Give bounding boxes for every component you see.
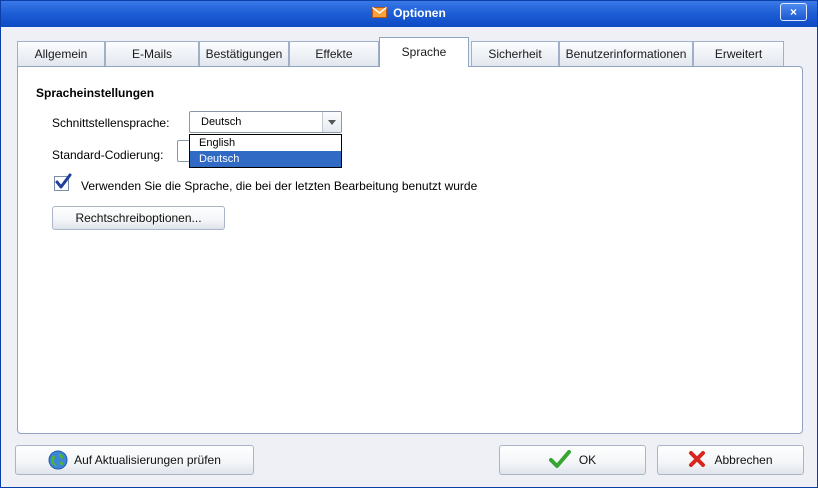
spelling-options-button[interactable]: Rechtschreiboptionen... (52, 206, 225, 230)
check-updates-button[interactable]: Auf Aktualisierungen prüfen (15, 445, 254, 475)
title-bar[interactable]: Optionen × (1, 1, 817, 27)
close-icon: × (789, 5, 797, 19)
tab-bestaetigungen[interactable]: Bestätigungen (199, 41, 289, 66)
tab-erweitert[interactable]: Erweitert (693, 41, 784, 66)
window-title: Optionen (393, 6, 446, 20)
tab-sprache[interactable]: Sprache (379, 37, 469, 67)
dropdown-option-deutsch[interactable]: Deutsch (190, 151, 341, 167)
ok-button[interactable]: OK (499, 445, 646, 475)
use-last-language-label: Verwenden Sie die Sprache, die bei der l… (81, 179, 478, 193)
encoding-label: Standard-Codierung: (52, 148, 164, 162)
interface-language-value: Deutsch (201, 116, 242, 128)
interface-language-select[interactable]: Deutsch (189, 111, 342, 133)
cancel-button[interactable]: Abbrechen (657, 445, 804, 475)
checkmark-icon (548, 450, 571, 469)
tab-e-mails[interactable]: E-Mails (105, 41, 199, 66)
globe-icon (48, 450, 68, 470)
interface-language-label: Schnittstellensprache: (52, 116, 170, 130)
options-window: Optionen × Allgemein E-Mails Bestätigung… (0, 0, 818, 488)
use-last-language-checkbox[interactable] (54, 173, 72, 191)
language-dropdown-list: English Deutsch (189, 134, 342, 168)
tab-allgemein[interactable]: Allgemein (17, 41, 105, 66)
tab-sicherheit[interactable]: Sicherheit (471, 41, 559, 66)
tab-benutzerinformationen[interactable]: Benutzerinformationen (559, 41, 693, 66)
envelope-icon (372, 7, 388, 18)
checkmark-icon (55, 173, 72, 189)
close-button[interactable]: × (780, 3, 807, 21)
tab-effekte[interactable]: Effekte (289, 41, 379, 66)
dialog-body: Allgemein E-Mails Bestätigungen Effekte … (5, 27, 813, 484)
x-icon (689, 451, 706, 468)
section-title: Spracheinstellungen (36, 86, 155, 100)
chevron-down-icon[interactable] (322, 112, 341, 132)
dropdown-option-english[interactable]: English (190, 135, 341, 151)
language-panel: Spracheinstellungen Schnittstellensprach… (17, 66, 803, 434)
